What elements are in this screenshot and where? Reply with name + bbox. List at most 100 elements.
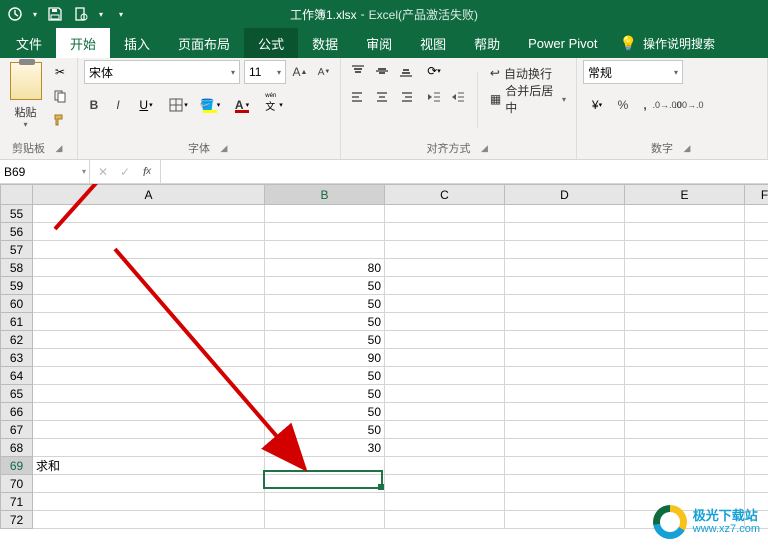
cell-E63[interactable] [625,349,745,367]
cell-A56[interactable] [33,223,265,241]
cell-F56[interactable] [745,223,768,241]
paste-button[interactable]: 粘贴 ▾ [6,60,45,136]
cell-E69[interactable] [625,457,745,475]
col-header-D[interactable]: D [505,185,625,205]
row-header-65[interactable]: 65 [1,385,33,403]
cell-F62[interactable] [745,331,768,349]
cell-E67[interactable] [625,421,745,439]
cell-C64[interactable] [385,367,505,385]
cell-C57[interactable] [385,241,505,259]
bold-button[interactable]: B [84,94,104,116]
fill-color-button[interactable]: 🪣▾ [196,94,224,116]
cell-C60[interactable] [385,295,505,313]
cell-A60[interactable] [33,295,265,313]
align-top-button[interactable] [347,60,369,82]
cell-A59[interactable] [33,277,265,295]
enter-formula-button[interactable]: ✓ [114,161,136,183]
increase-font-button[interactable]: A▲ [290,61,310,83]
tab-review[interactable]: 审阅 [352,28,406,58]
number-dialog-launcher[interactable]: ◢ [681,142,693,154]
cell-A65[interactable] [33,385,265,403]
font-dialog-launcher[interactable]: ◢ [218,142,230,154]
cell-A69[interactable]: 求和 [33,457,265,475]
cell-D67[interactable] [505,421,625,439]
cell-E56[interactable] [625,223,745,241]
cell-A62[interactable] [33,331,265,349]
cell-D61[interactable] [505,313,625,331]
tab-data[interactable]: 数据 [298,28,352,58]
cell-D59[interactable] [505,277,625,295]
cell-F66[interactable] [745,403,768,421]
row-header-58[interactable]: 58 [1,259,33,277]
name-box-drop[interactable]: ▾ [82,167,86,176]
cell-C66[interactable] [385,403,505,421]
row-header-55[interactable]: 55 [1,205,33,223]
cell-D66[interactable] [505,403,625,421]
cell-C69[interactable] [385,457,505,475]
cell-F60[interactable] [745,295,768,313]
cell-E66[interactable] [625,403,745,421]
cell-B71[interactable] [265,493,385,511]
percent-format-button[interactable]: % [613,94,633,116]
decrease-indent-button[interactable] [423,86,445,108]
cell-B60[interactable]: 50 [265,295,385,313]
cell-B63[interactable]: 90 [265,349,385,367]
cell-D62[interactable] [505,331,625,349]
cell-B72[interactable] [265,511,385,529]
cell-C70[interactable] [385,475,505,493]
cell-E64[interactable] [625,367,745,385]
cell-F64[interactable] [745,367,768,385]
save-icon[interactable] [44,3,66,25]
cell-E60[interactable] [625,295,745,313]
cell-F55[interactable] [745,205,768,223]
tab-file[interactable]: 文件 [2,28,56,58]
tab-power-pivot[interactable]: Power Pivot [514,28,611,58]
cell-B70[interactable] [265,475,385,493]
cell-D60[interactable] [505,295,625,313]
cell-A63[interactable] [33,349,265,367]
cell-F63[interactable] [745,349,768,367]
copy-button[interactable] [49,86,71,106]
qat-drop-2[interactable]: ▾ [96,10,106,19]
cell-F59[interactable] [745,277,768,295]
cell-B55[interactable] [265,205,385,223]
cell-E68[interactable] [625,439,745,457]
cell-D57[interactable] [505,241,625,259]
border-button[interactable]: ▾ [164,94,192,116]
cell-D56[interactable] [505,223,625,241]
cell-C56[interactable] [385,223,505,241]
tab-formula[interactable]: 公式 [244,28,298,58]
cell-D55[interactable] [505,205,625,223]
underline-button[interactable]: U▾ [132,94,160,116]
formula-input[interactable] [161,160,768,183]
cell-F58[interactable] [745,259,768,277]
cell-D65[interactable] [505,385,625,403]
align-bottom-button[interactable] [395,60,417,82]
cell-A66[interactable] [33,403,265,421]
cell-E58[interactable] [625,259,745,277]
cell-E70[interactable] [625,475,745,493]
orientation-button[interactable]: ⟳▾ [423,60,445,82]
row-header-56[interactable]: 56 [1,223,33,241]
cell-A57[interactable] [33,241,265,259]
cell-A68[interactable] [33,439,265,457]
phonetic-button[interactable]: wén文▾ [260,94,288,116]
cell-B59[interactable]: 50 [265,277,385,295]
cell-B67[interactable]: 50 [265,421,385,439]
alignment-dialog-launcher[interactable]: ◢ [479,142,491,154]
cell-C67[interactable] [385,421,505,439]
cell-C68[interactable] [385,439,505,457]
cell-B65[interactable]: 50 [265,385,385,403]
cell-F57[interactable] [745,241,768,259]
font-size-combo[interactable]: 11▾ [244,60,286,84]
cell-A58[interactable] [33,259,265,277]
cell-F70[interactable] [745,475,768,493]
cell-F61[interactable] [745,313,768,331]
insert-function-button[interactable]: fx [136,161,158,183]
cell-A70[interactable] [33,475,265,493]
cell-B57[interactable] [265,241,385,259]
cell-C61[interactable] [385,313,505,331]
cell-A72[interactable] [33,511,265,529]
row-header-64[interactable]: 64 [1,367,33,385]
name-box[interactable]: B69 ▾ [0,160,90,183]
